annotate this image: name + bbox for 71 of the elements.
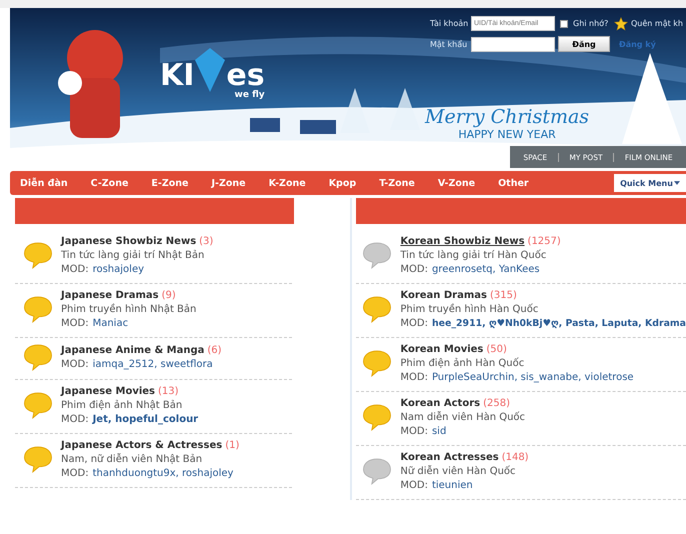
mod-label: MOD: — [61, 468, 89, 479]
moderator-links[interactable]: greenrosetq, YanKees — [432, 264, 540, 275]
forum-description: Nam, nữ diễn viên Nhật Bản — [61, 454, 204, 465]
forum-title-link[interactable]: Korean Actresses — [400, 452, 499, 463]
forum-description: Tin tức làng giải trí Hàn Quốc — [400, 250, 548, 261]
forum-title-link[interactable]: Korean Showbiz News — [400, 236, 525, 247]
topic-count: (258) — [483, 398, 510, 409]
quick-menu-button[interactable]: Quick Menu — [614, 174, 686, 192]
mod-label: MOD: — [400, 480, 428, 491]
nav-item[interactable]: V-Zone — [438, 178, 476, 188]
mod-label: MOD: — [400, 426, 428, 437]
nav-item[interactable]: T-Zone — [379, 178, 415, 188]
forum-description: Nữ diễn viên Hàn Quốc — [400, 466, 517, 477]
moderator-links[interactable]: roshajoley — [92, 264, 144, 275]
forum-title-link[interactable]: Korean Actors — [400, 398, 480, 409]
forgot-password-link[interactable]: Quên mật kh — [631, 19, 683, 28]
forum-description: Phim điện ảnh Nhật Bản — [61, 400, 184, 411]
moderator-links[interactable]: PurpleSeaUrchin, sis_wanabe, violetrose — [432, 372, 634, 383]
topic-count: (1) — [225, 440, 240, 451]
forum-title-link[interactable]: Japanese Actors & Actresses — [61, 440, 222, 451]
nav-item[interactable]: Diễn đàn — [20, 178, 68, 188]
moderator-links[interactable]: sid — [432, 426, 446, 437]
mod-label: MOD: — [400, 264, 428, 275]
moderator-links[interactable]: thanhduongtu9x, roshajoley — [92, 468, 234, 479]
moderator-links[interactable]: Jet, hopeful_colour — [92, 414, 198, 425]
forum-title-link[interactable]: Korean Dramas — [400, 290, 487, 301]
topic-count: (3) — [199, 236, 214, 247]
mod-label: MOD: — [61, 264, 89, 275]
account-label: Tài khoản — [430, 19, 468, 28]
moderator-links[interactable]: tieunien — [432, 480, 473, 491]
topic-count: (50) — [486, 344, 507, 355]
mod-label: MOD: — [61, 318, 89, 329]
forum-title-link[interactable]: Japanese Movies — [61, 386, 155, 397]
caret-icon — [674, 181, 680, 185]
password-label: Mật khẩu — [430, 40, 468, 48]
mod-label: MOD: — [61, 414, 89, 425]
moderator-links[interactable]: iamqa_2512, sweetflora — [92, 359, 213, 370]
topic-count: (148) — [502, 452, 529, 463]
forum-description: Phim truyền hình Nhật Bản — [61, 304, 196, 315]
forum-title-link[interactable]: Japanese Dramas — [61, 290, 159, 301]
topic-count: (315) — [490, 290, 517, 301]
moderator-links[interactable]: hee_2911, ღ♥Nh0kBj♥ღ, Pasta, Laputa, Kdrama — [432, 318, 686, 329]
greeting-subtitle: HAPPY NEW YEAR — [458, 128, 556, 141]
topic-count: (9) — [162, 290, 176, 301]
greeting-text: Merry Christmas — [425, 106, 590, 128]
nav-item[interactable]: E-Zone — [151, 178, 188, 188]
nav-item[interactable]: J-Zone — [211, 178, 246, 188]
forum-description: Tin tức làng giải trí Nhật Bản — [61, 250, 206, 261]
forum-title-link[interactable]: Japanese Anime & Manga — [61, 345, 204, 356]
password-field[interactable] — [471, 36, 555, 52]
kite-icon — [195, 48, 226, 92]
mod-label: MOD: — [400, 318, 428, 329]
star-icon — [614, 16, 628, 30]
nav-item[interactable]: K-Zone — [268, 178, 306, 188]
logo-text: KI — [160, 58, 194, 94]
mod-label: MOD: — [400, 372, 428, 383]
nav-item[interactable]: Kpop — [328, 178, 356, 188]
topic-count: (6) — [207, 345, 222, 356]
forum-description: Phim truyền hình Hàn Quốc — [400, 304, 540, 315]
login-button[interactable]: Đăng — [558, 36, 610, 52]
moderator-links[interactable]: Maniac — [92, 318, 128, 329]
topic-count: (1257) — [528, 236, 561, 247]
forum-description: Nam diễn viên Hàn Quốc — [400, 412, 526, 423]
nav-item[interactable]: Other — [498, 178, 529, 188]
mod-label: MOD: — [61, 359, 89, 370]
nav-item[interactable]: C-Zone — [90, 178, 128, 188]
forum-description: Phim điện ảnh Hàn Quốc — [400, 358, 526, 369]
forum-title-link[interactable]: Japanese Showbiz News — [61, 236, 196, 247]
forum-title-link[interactable]: Korean Movies — [400, 344, 484, 355]
topic-count: (13) — [158, 386, 179, 397]
remember-label: Ghi nhớ? — [573, 19, 610, 28]
